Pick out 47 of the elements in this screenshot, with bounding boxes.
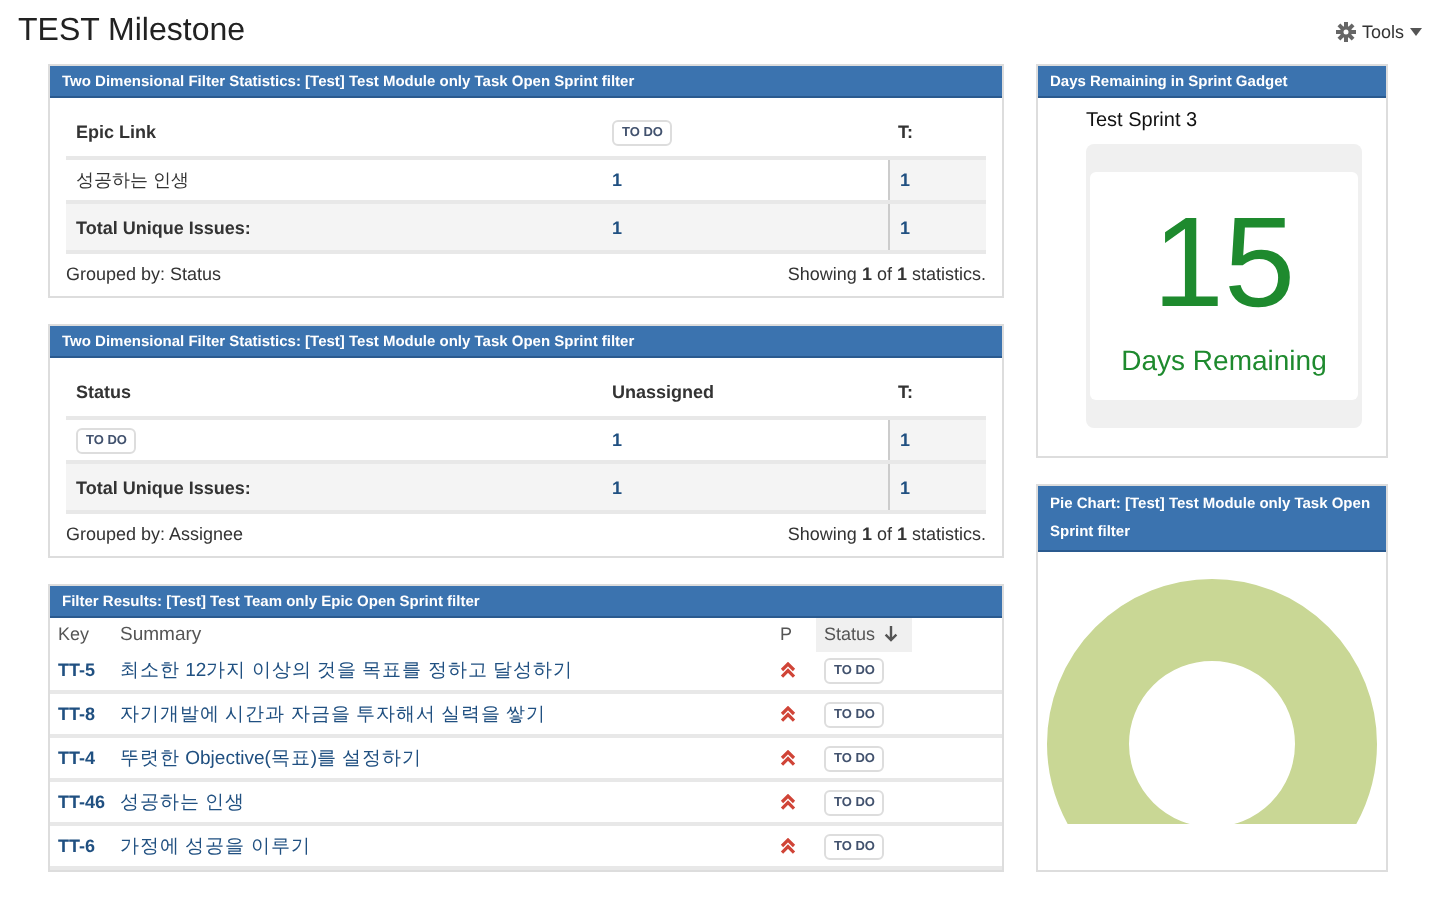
total-label: Total Unique Issues: bbox=[76, 217, 251, 237]
caret-icon bbox=[1410, 28, 1422, 36]
issue-key-link[interactable]: TT-46 bbox=[58, 792, 120, 812]
issue-summary-link[interactable]: 가정에 성공을 이루기 bbox=[120, 833, 780, 859]
issue-key-link[interactable]: TT-6 bbox=[58, 836, 120, 856]
tools-menu-button[interactable]: Tools bbox=[1335, 22, 1422, 42]
issue-key-link[interactable]: TT-8 bbox=[58, 704, 120, 724]
count-link[interactable]: 1 bbox=[900, 430, 911, 450]
count-link[interactable]: 1 bbox=[612, 430, 623, 450]
column-header: Unassigned bbox=[612, 382, 715, 402]
priority-icon bbox=[780, 794, 796, 810]
column-header: Key bbox=[58, 624, 92, 644]
statistics-count-text: Showing 1 of 1 statistics. bbox=[787, 524, 986, 544]
column-header: Status bbox=[76, 382, 132, 402]
row-label: 성공하는 인생 bbox=[76, 167, 190, 193]
sort-arrow-icon bbox=[883, 626, 898, 642]
issue-summary-link[interactable]: 최소한 12가지 이상의 것을 목표를 정하고 달성하기 bbox=[120, 657, 780, 683]
column-header: P bbox=[780, 624, 795, 644]
count-link[interactable]: 1 bbox=[900, 170, 911, 190]
statistics-count-text: Showing 1 of 1 statistics. bbox=[787, 264, 986, 284]
issue-key-link[interactable]: TT-4 bbox=[58, 748, 120, 768]
priority-icon bbox=[780, 706, 796, 722]
issue-summary-link[interactable]: 자기개발에 시간과 자금을 투자해서 실력을 쌓기 bbox=[120, 701, 780, 727]
days-count: 15 bbox=[1150, 196, 1298, 328]
sprint-name: Test Sprint 3 bbox=[1086, 110, 1200, 132]
count-link[interactable]: 1 bbox=[612, 217, 623, 237]
page-title: TEST Milestone bbox=[18, 14, 246, 50]
total-label: Total Unique Issues: bbox=[76, 477, 251, 497]
settings-icon bbox=[1335, 22, 1356, 42]
count-link[interactable]: 1 bbox=[900, 217, 911, 237]
issue-summary-link[interactable]: 성공하는 인생 bbox=[120, 789, 780, 815]
column-header: Epic Link bbox=[76, 122, 157, 142]
issue-summary-link[interactable]: 뚜렷한 Objective(목표)를 설정하기 bbox=[120, 745, 780, 771]
days-caption: Days Remaining bbox=[1119, 344, 1329, 376]
priority-icon bbox=[780, 662, 796, 678]
column-header: T: bbox=[898, 122, 913, 142]
count-link[interactable]: 1 bbox=[900, 477, 911, 497]
sorted-column-header[interactable]: Status bbox=[816, 617, 912, 651]
column-header: T: bbox=[898, 382, 913, 402]
grouped-by-text: Grouped by: Assignee bbox=[66, 524, 244, 544]
count-link[interactable]: 1 bbox=[612, 170, 623, 190]
issue-key-link[interactable]: TT-5 bbox=[58, 660, 120, 680]
grouped-by-text: Grouped by: Status bbox=[66, 264, 222, 284]
priority-icon bbox=[780, 838, 796, 854]
column-header: Summary bbox=[120, 623, 204, 645]
priority-icon bbox=[780, 750, 796, 766]
count-link[interactable]: 1 bbox=[612, 477, 623, 497]
